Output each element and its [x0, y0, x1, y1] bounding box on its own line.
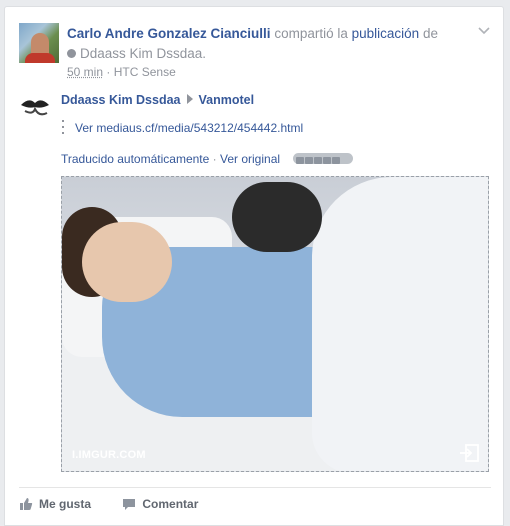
image-face	[82, 222, 172, 302]
action-text: compartió la	[274, 26, 348, 41]
image-white-coat	[312, 177, 488, 471]
arrow-right-icon	[186, 94, 193, 104]
post-device[interactable]: HTC Sense	[114, 65, 176, 79]
post-image[interactable]: I.IMGUR.COM	[61, 176, 489, 472]
media-source-label: I.IMGUR.COM	[72, 449, 146, 461]
shared-target-name[interactable]: Vanmotel	[199, 93, 255, 107]
thumbs-up-icon	[20, 498, 33, 510]
shared-author-name[interactable]: Ddaass Kim Dssdaa	[61, 93, 181, 107]
post-meta: 50 min · HTC Sense	[67, 65, 176, 79]
translation-bar: Traducido automáticamente · Ver original	[61, 152, 354, 166]
comment-button[interactable]: Comentar	[122, 497, 198, 511]
translated-label: Traducido automáticamente	[61, 152, 210, 166]
shared-post-header: Ddaass Kim Dssdaa Vanmotel	[61, 93, 254, 107]
chevron-down-icon[interactable]	[477, 23, 491, 37]
action-prep: de	[422, 26, 438, 41]
shared-source-icon	[67, 49, 76, 58]
see-original-link[interactable]: Ver original	[220, 152, 280, 166]
actions-divider	[19, 487, 491, 488]
post-actions: Me gusta Comentar	[19, 497, 226, 519]
post-link[interactable]: Ver mediaus.cf/media/543212/454442.html	[75, 121, 303, 135]
author-name[interactable]: Carlo Andre Gonzalez Cianciulli	[67, 26, 271, 41]
external-link-icon[interactable]	[458, 443, 480, 463]
image-hair-right	[232, 182, 322, 252]
avatar-shirt	[25, 53, 55, 63]
like-button[interactable]: Me gusta	[19, 497, 91, 511]
translation-rating[interactable]	[293, 153, 354, 165]
publication-link[interactable]: publicación	[352, 26, 420, 41]
author-avatar[interactable]	[19, 23, 59, 63]
translate-separator: ·	[212, 152, 217, 166]
post-time[interactable]: 50 min	[67, 65, 103, 79]
comment-label: Comentar	[142, 497, 199, 511]
speech-bubble-icon	[123, 499, 136, 510]
meta-separator: ·	[106, 65, 111, 79]
shared-source-name[interactable]: Ddaass Kim Dssdaa.	[80, 46, 206, 61]
shared-author-avatar[interactable]	[19, 91, 51, 123]
post-header: Carlo Andre Gonzalez Cianciulli comparti…	[67, 24, 467, 64]
ellipsis-vertical-icon	[61, 120, 65, 136]
feed-post: Carlo Andre Gonzalez Cianciulli comparti…	[4, 6, 504, 526]
like-label: Me gusta	[39, 497, 92, 511]
